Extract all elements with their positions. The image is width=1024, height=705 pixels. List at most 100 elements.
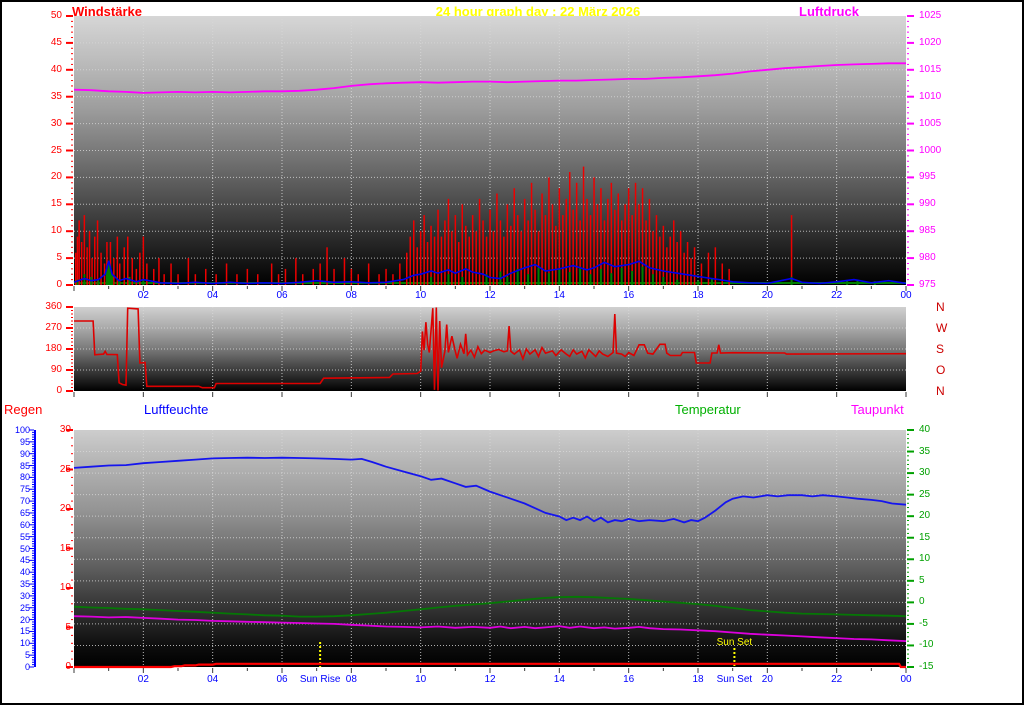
- direction-axis-tick-label: 90: [32, 365, 62, 375]
- dewpoint-label: Taupunkt: [851, 403, 904, 416]
- temperature-axis-tick-label: 15: [919, 533, 949, 543]
- humidity-axis-tick-label: 65: [4, 509, 30, 518]
- direction-axis-tick-label: 0: [32, 386, 62, 396]
- temperature-axis-tick-label: 40: [919, 425, 949, 435]
- direction-axis-tick-label: 270: [32, 323, 62, 333]
- sunset-marker-label: Sun Set: [704, 638, 764, 648]
- pressure-axis-tick-label: 985: [919, 226, 953, 236]
- top-x-label: 16: [614, 291, 644, 301]
- temperature-axis-tick-label: 10: [919, 554, 949, 564]
- humidity-axis-tick-label: 95: [4, 438, 30, 447]
- bottom-x-label: 00: [891, 675, 921, 685]
- humidity-axis-tick-label: 40: [4, 568, 30, 577]
- humidity-axis-tick-label: 50: [4, 545, 30, 554]
- top-x-label: 02: [128, 291, 158, 301]
- pressure-axis-tick-label: 1005: [919, 119, 953, 129]
- humidity-axis-tick-label: 30: [4, 592, 30, 601]
- weather-graph-window: Windstärke 24 hour graph day : 22 März 2…: [0, 0, 1024, 705]
- bottom-x-label: 18: [683, 675, 713, 685]
- pressure-axis-tick-label: 1015: [919, 65, 953, 75]
- wind-direction-plot-layer: [74, 307, 906, 391]
- humidity-axis-tick-label: 75: [4, 485, 30, 494]
- humidity-axis-tick-label: 15: [4, 627, 30, 636]
- top-x-label: 22: [822, 291, 852, 301]
- top-x-label: 12: [475, 291, 505, 301]
- humidity-axis-tick-label: 45: [4, 556, 30, 565]
- top-x-label: 00: [891, 291, 921, 301]
- bottom-x-label: 04: [198, 675, 228, 685]
- bottom-x-label: 14: [544, 675, 574, 685]
- humidity-axis-tick-label: 85: [4, 462, 30, 471]
- direction-letter-o: O: [936, 364, 956, 376]
- humidity-axis-tick-label: 35: [4, 580, 30, 589]
- humidity-axis-tick-label: 10: [4, 639, 30, 648]
- bottom-x-label: 06: [267, 675, 297, 685]
- wind-pressure-plot-layer: [74, 16, 906, 285]
- wind-axis-tick-label: 50: [34, 11, 62, 21]
- wind-axis-tick-label: 5: [34, 253, 62, 263]
- temperature-axis-tick-label: -5: [919, 619, 949, 629]
- bottom-x-label: 02: [128, 675, 158, 685]
- humidity-axis-tick-label: 55: [4, 533, 30, 542]
- humidity-temperature-plot-layer: [74, 430, 906, 667]
- direction-axis-tick-label: 180: [32, 344, 62, 354]
- rain-axis-tick-label: 20: [44, 504, 71, 514]
- pressure-axis-tick-label: 990: [919, 199, 953, 209]
- humidity-axis-tick-label: 70: [4, 497, 30, 506]
- wind-axis-tick-label: 0: [34, 280, 62, 290]
- top-x-label: 04: [198, 291, 228, 301]
- temperature-axis-tick-label: 0: [919, 597, 949, 607]
- wind-axis-tick-label: 25: [34, 146, 62, 156]
- direction-letter-n: N: [936, 385, 956, 397]
- wind-axis-tick-label: 15: [34, 199, 62, 209]
- bottom-x-label: 08: [336, 675, 366, 685]
- bottom-x-label: 20: [752, 675, 782, 685]
- rain-axis-tick-label: 15: [44, 544, 71, 554]
- top-x-label: 06: [267, 291, 297, 301]
- top-x-label: 10: [406, 291, 436, 301]
- humidity-axis-tick-label: 0: [4, 663, 30, 672]
- humidity-axis-tick-label: 80: [4, 473, 30, 482]
- temperature-axis-tick-label: 30: [919, 468, 949, 478]
- pressure-axis-tick-label: 1020: [919, 38, 953, 48]
- temperature-axis-tick-label: 35: [919, 447, 949, 457]
- humidity-axis-tick-label: 60: [4, 521, 30, 530]
- humidity-label: Luftfeuchte: [144, 403, 208, 416]
- bottom-x-label: 12: [475, 675, 505, 685]
- pressure-axis-tick-label: 1025: [919, 11, 953, 21]
- bottom-x-label: 16: [614, 675, 644, 685]
- rain-axis-tick-label: 5: [44, 623, 71, 633]
- temperature-axis-tick-label: -15: [919, 662, 949, 672]
- top-x-label: 20: [752, 291, 782, 301]
- pressure-axis-tick-label: 995: [919, 172, 953, 182]
- direction-letter-n: N: [936, 301, 956, 313]
- top-x-label: 08: [336, 291, 366, 301]
- humidity-axis-tick-label: 25: [4, 604, 30, 613]
- rain-axis-tick-label: 0: [44, 662, 71, 672]
- humidity-axis-tick-label: 5: [4, 651, 30, 660]
- bottom-x-label: 22: [822, 675, 852, 685]
- top-x-label: 18: [683, 291, 713, 301]
- pressure-axis-tick-label: 1010: [919, 92, 953, 102]
- temperature-axis-tick-label: 20: [919, 511, 949, 521]
- wind-axis-tick-label: 45: [34, 38, 62, 48]
- temperature-axis-tick-label: 5: [919, 576, 949, 586]
- direction-axis-tick-label: 360: [32, 302, 62, 312]
- wind-axis-tick-label: 10: [34, 226, 62, 236]
- temperature-axis-tick-label: -10: [919, 640, 949, 650]
- rain-label: Regen: [4, 403, 42, 416]
- direction-letter-s: S: [936, 343, 956, 355]
- wind-axis-tick-label: 30: [34, 119, 62, 129]
- rain-axis-tick-label: 25: [44, 465, 71, 475]
- rain-axis-tick-label: 10: [44, 583, 71, 593]
- wind-axis-tick-label: 40: [34, 65, 62, 75]
- top-x-label: 14: [544, 291, 574, 301]
- pressure-axis-tick-label: 1000: [919, 146, 953, 156]
- humidity-axis-tick-label: 100: [4, 426, 30, 435]
- pressure-axis-tick-label: 980: [919, 253, 953, 263]
- bottom-x-label: 10: [406, 675, 436, 685]
- temperature-label: Temperatur: [675, 403, 741, 416]
- rain-axis-tick-label: 30: [44, 425, 71, 435]
- pressure-axis-tick-label: 975: [919, 280, 953, 290]
- humidity-axis-tick-label: 20: [4, 616, 30, 625]
